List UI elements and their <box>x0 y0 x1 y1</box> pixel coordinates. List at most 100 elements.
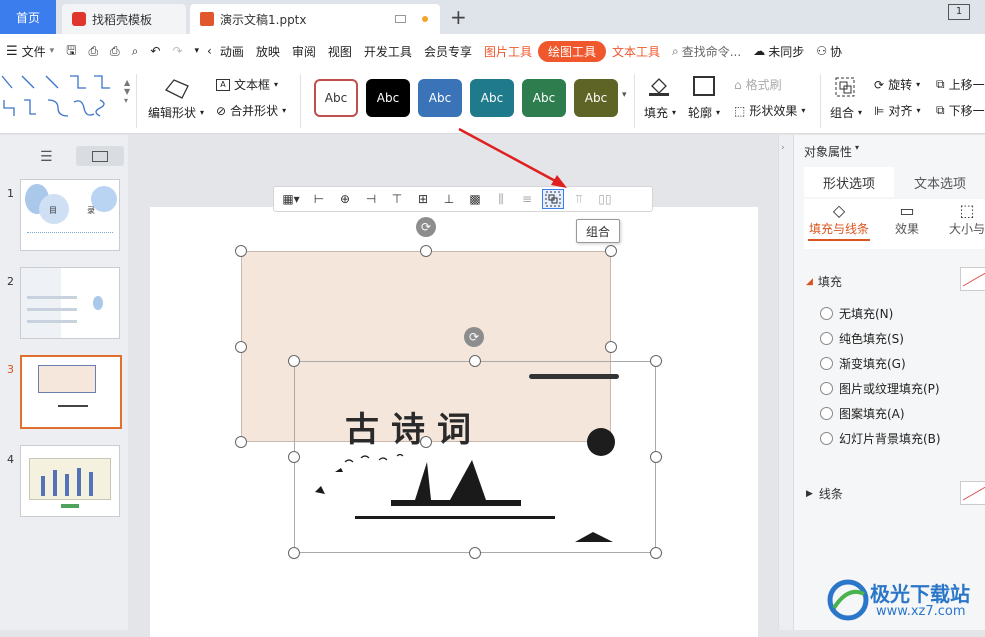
format-painter-button[interactable]: ⌂ 格式刷 <box>734 76 782 93</box>
tab-home[interactable]: 首页 <box>0 0 56 34</box>
fill-option[interactable]: 图片或纹理填充(P) <box>820 380 940 397</box>
align-left-icon[interactable]: ⊢ <box>308 189 330 209</box>
shape-style-preset[interactable]: Abc <box>470 79 514 117</box>
resize-handle[interactable] <box>288 451 300 463</box>
tab-shape-options[interactable]: 形状选项 <box>804 167 894 197</box>
monitor-icon[interactable] <box>394 15 406 23</box>
menu-review[interactable]: 审阅 <box>286 43 322 60</box>
outline-view-icon[interactable]: ☰ <box>40 149 53 165</box>
new-tab-button[interactable]: + <box>450 5 467 29</box>
gallery-scroll-icon[interactable]: ▲ ▼ ▾ <box>124 78 130 105</box>
current-slide[interactable]: 古诗词 ⟳ ⟳ <box>150 207 758 637</box>
resize-handle[interactable] <box>420 436 432 448</box>
align-button[interactable]: ⊫ 对齐 ▾ <box>874 102 920 119</box>
slide-thumb-1[interactable]: 目 录 <box>20 179 120 251</box>
resize-handle[interactable] <box>650 451 662 463</box>
align-center-icon[interactable]: ⊕ <box>334 189 356 209</box>
shape-gallery[interactable]: ▲ ▼ ▾ <box>0 72 130 122</box>
resize-handle[interactable] <box>235 341 247 353</box>
resize-handle[interactable] <box>650 547 662 559</box>
fill-option[interactable]: 纯色填充(S) <box>820 330 904 347</box>
select-shape-icon[interactable]: ▦▾ <box>278 189 304 209</box>
resize-handle[interactable] <box>605 341 617 353</box>
slide-thumb-4[interactable] <box>20 445 120 517</box>
slide-thumb-3[interactable] <box>20 355 122 429</box>
tab-text-options[interactable]: 文本选项 <box>894 167 985 197</box>
resize-handle[interactable] <box>469 355 481 367</box>
sub-tab-fill-line[interactable]: ◇ 填充与线条 <box>804 201 874 241</box>
fill-option[interactable]: 幻灯片背景填充(B) <box>820 430 941 447</box>
radio-button[interactable] <box>820 307 833 320</box>
export-pdf-icon[interactable]: ⎙ <box>82 44 104 59</box>
menu-member[interactable]: 会员专享 <box>418 43 478 60</box>
tab-doc[interactable]: 演示文稿1.pptx <box>190 4 440 34</box>
align-middle-icon[interactable]: ⊞ <box>412 189 434 209</box>
radio-button[interactable] <box>820 332 833 345</box>
fill-section-header[interactable]: ◢ 填充 <box>806 273 842 290</box>
outline-button[interactable]: 轮廓 ▾ <box>688 104 720 121</box>
fill-option[interactable]: 无填充(N) <box>820 305 893 322</box>
resize-handle[interactable] <box>420 245 432 257</box>
radio-button[interactable] <box>820 407 833 420</box>
ink-painting-picture[interactable]: 古诗词 <box>294 361 656 553</box>
rotate-button[interactable]: ⟳ 旋转 ▾ <box>874 76 920 93</box>
shape-style-preset[interactable]: Abc <box>314 79 358 117</box>
menu-drawing-tools[interactable]: 绘图工具 <box>537 40 606 62</box>
bring-forward-button[interactable]: ⧉ 上移一 <box>936 76 985 93</box>
line-section-header[interactable]: ▶ 线条 <box>806 485 843 502</box>
resize-handle[interactable] <box>469 547 481 559</box>
style-gallery-more-icon[interactable]: ▾ <box>622 90 627 100</box>
fill-button[interactable]: 填充 ▾ <box>644 104 676 121</box>
undo-icon[interactable]: ↶ <box>144 44 166 58</box>
fill-option[interactable]: 图案填充(A) <box>820 405 905 422</box>
group-ribbon-button[interactable]: 组合 ▾ <box>830 104 862 121</box>
menu-animation[interactable]: 动画 <box>214 43 250 60</box>
sync-status[interactable]: ☁ 未同步 <box>747 43 810 60</box>
menu-developer[interactable]: 开发工具 <box>358 43 418 60</box>
shape-style-preset[interactable]: Abc <box>574 79 618 117</box>
align-top-icon[interactable]: ⊤ <box>386 189 408 209</box>
radio-button[interactable] <box>820 432 833 445</box>
file-menu[interactable]: ☰ 文件 ▾ <box>0 43 60 60</box>
slide-thumb-2[interactable] <box>20 267 120 339</box>
fill-option[interactable]: 渐变填充(G) <box>820 355 906 372</box>
ungroup-split-icon[interactable]: ▯▯ <box>594 189 616 209</box>
resize-handle[interactable] <box>235 436 247 448</box>
resize-handle[interactable] <box>288 355 300 367</box>
customize-icon[interactable]: ▾ <box>189 46 206 56</box>
align-right-icon[interactable]: ⊣ <box>360 189 382 209</box>
panel-header[interactable]: 对象属性 ▾ <box>804 143 859 160</box>
print-icon[interactable]: ⎙ <box>104 44 126 59</box>
line-color-picker[interactable] <box>960 481 985 505</box>
edit-shape-button[interactable]: 编辑形状 ▾ <box>148 104 204 121</box>
menu-text-tools[interactable]: 文本工具 <box>606 43 666 60</box>
rotate-handle-icon[interactable]: ⟳ <box>464 327 484 347</box>
resize-handle[interactable] <box>605 245 617 257</box>
fill-color-picker[interactable] <box>960 267 985 291</box>
radio-button[interactable] <box>820 382 833 395</box>
radio-button[interactable] <box>820 357 833 370</box>
thumbnail-view-button[interactable] <box>76 146 124 166</box>
collapse-panel-icon[interactable]: › <box>781 143 785 153</box>
resize-handle[interactable] <box>650 355 662 367</box>
resize-handle[interactable] <box>288 547 300 559</box>
tab-template[interactable]: 找稻壳模板 <box>62 4 186 34</box>
collab-button[interactable]: ⚇ 协 <box>810 43 848 60</box>
search-command[interactable]: ⌕ 查找命令... <box>666 43 747 60</box>
shape-effect-button[interactable]: ⬚ 形状效果 ▾ <box>734 102 805 119</box>
resize-handle[interactable] <box>235 245 247 257</box>
shape-style-preset[interactable]: Abc <box>366 79 410 117</box>
print-preview-icon[interactable]: ⌕ <box>126 44 145 59</box>
shape-style-preset[interactable]: Abc <box>418 79 462 117</box>
redo-icon[interactable]: ↷ <box>166 44 188 58</box>
textbox-button[interactable]: A 文本框 ▾ <box>216 76 278 93</box>
shape-style-preset[interactable]: Abc <box>522 79 566 117</box>
window-count-badge[interactable]: 1 <box>948 4 970 20</box>
send-backward-button[interactable]: ⧉ 下移一 <box>936 102 985 119</box>
rotate-handle-icon[interactable]: ⟳ <box>416 217 436 237</box>
sub-tab-size[interactable]: ⬚ 大小与 <box>942 201 985 237</box>
menu-view[interactable]: 视图 <box>322 43 358 60</box>
menu-picture-tools[interactable]: 图片工具 <box>478 43 538 60</box>
save-icon[interactable]: 🖫 <box>60 41 82 62</box>
scroll-left-icon[interactable]: ‹ <box>205 44 214 58</box>
